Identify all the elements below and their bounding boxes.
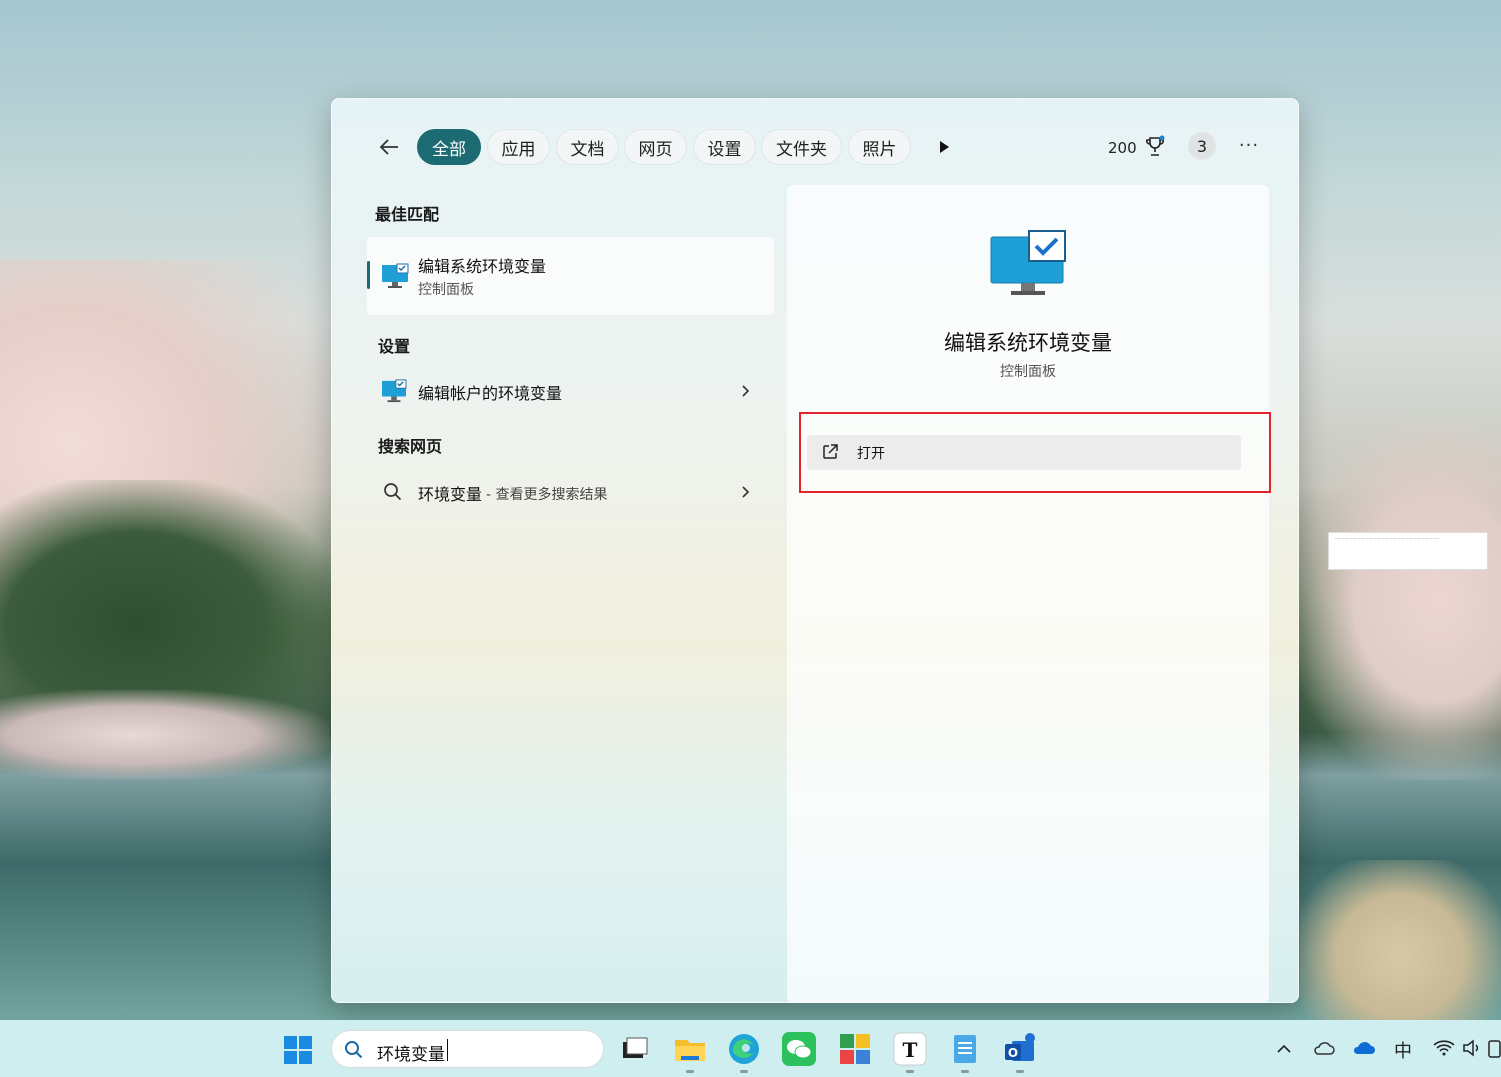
tab-label: 设置	[707, 139, 742, 160]
settings-result-item[interactable]: 编辑帐户的环境变量	[367, 371, 774, 411]
file-explorer-icon[interactable]	[673, 1032, 707, 1066]
running-indicator	[906, 1070, 914, 1073]
arrow-left-icon	[379, 139, 398, 155]
trophy-icon[interactable]	[1144, 135, 1166, 159]
tab-documents[interactable]: 文档	[556, 129, 619, 165]
badge-count: 3	[1196, 136, 1208, 156]
onedrive-icon[interactable]	[1352, 1040, 1376, 1056]
tab-label: 网页	[638, 139, 673, 160]
play-icon	[940, 141, 949, 153]
more-options-button[interactable]: ···	[1236, 135, 1262, 157]
filter-bar: 全部 应用 文档 网页 设置 文件夹 照片 200 3 ···	[332, 127, 1298, 167]
best-match-subtitle: 控制面板	[418, 282, 474, 298]
cloud-icon[interactable]	[1313, 1040, 1335, 1056]
windows-start-icon[interactable]	[284, 1036, 312, 1064]
more-icon: ···	[1238, 135, 1260, 156]
tab-settings[interactable]: 设置	[693, 129, 756, 165]
web-search-item[interactable]: 环境变量 - 查看更多搜索结果	[367, 472, 774, 512]
desktop-note-thumbnail[interactable]: ……………………………………………………………………	[1328, 532, 1488, 570]
detail-title: 编辑系统环境变量	[944, 331, 1112, 355]
chevron-up-icon[interactable]	[1276, 1042, 1292, 1054]
chevron-right-icon	[742, 486, 750, 498]
running-indicator	[961, 1070, 969, 1073]
running-indicator	[1016, 1070, 1024, 1073]
best-match-heading: 最佳匹配	[375, 205, 440, 224]
wifi-icon[interactable]	[1433, 1039, 1455, 1057]
volume-icon[interactable]	[1462, 1039, 1482, 1057]
detail-pane: 编辑系统环境变量 控制面板 打开	[787, 185, 1271, 1003]
more-tabs-button[interactable]	[934, 137, 954, 157]
search-query-text: 环境变量	[377, 1045, 445, 1065]
tab-label: 照片	[862, 139, 897, 160]
web-search-heading: 搜索网页	[378, 437, 443, 456]
wallpaper-mountain-right	[1290, 420, 1501, 780]
wallpaper-rocks-left	[0, 690, 330, 780]
app-grid-icon[interactable]	[838, 1032, 872, 1066]
wechat-icon[interactable]	[782, 1032, 816, 1066]
search-panel: 全部 应用 文档 网页 设置 文件夹 照片 200 3 ··· 最佳匹配 编辑系…	[331, 98, 1299, 1003]
task-view-icon[interactable]	[618, 1032, 652, 1066]
running-indicator	[740, 1070, 748, 1073]
tab-all[interactable]: 全部	[417, 129, 481, 165]
desktop-note-text: ……………………………………………………………………	[1335, 535, 1439, 540]
web-search-hint: - 查看更多搜索结果	[486, 487, 608, 503]
rewards-points[interactable]: 200	[1108, 139, 1137, 157]
tab-folders[interactable]: 文件夹	[761, 129, 842, 165]
detail-subtitle: 控制面板	[1000, 364, 1056, 380]
tab-label: 文件夹	[776, 139, 827, 160]
system-properties-icon	[382, 263, 409, 288]
environment-settings-icon	[382, 379, 407, 403]
taskbar-search-input[interactable]: 环境变量	[331, 1030, 604, 1068]
svg-text:T: T	[903, 1038, 918, 1062]
search-icon	[384, 483, 402, 501]
chevron-right-icon	[742, 385, 750, 397]
tab-photos[interactable]: 照片	[848, 129, 911, 165]
back-button[interactable]	[376, 133, 404, 161]
settings-heading: 设置	[378, 337, 411, 356]
running-indicator	[686, 1070, 694, 1073]
tab-apps[interactable]: 应用	[487, 129, 550, 165]
svg-text:O: O	[1008, 1046, 1018, 1060]
text-caret	[447, 1039, 448, 1061]
best-match-title: 编辑系统环境变量	[418, 257, 547, 276]
typora-icon[interactable]: T	[893, 1032, 927, 1066]
system-properties-large-icon	[990, 230, 1066, 295]
battery-icon[interactable]	[1488, 1038, 1501, 1058]
outlook-icon[interactable]: O	[1003, 1032, 1037, 1066]
tab-label: 全部	[432, 139, 466, 160]
taskbar: 环境变量 T O 中	[0, 1020, 1501, 1077]
tab-web[interactable]: 网页	[624, 129, 687, 165]
selection-indicator	[367, 261, 370, 289]
search-icon	[345, 1041, 363, 1059]
notification-badge[interactable]: 3	[1188, 132, 1216, 160]
settings-result-title: 编辑帐户的环境变量	[418, 384, 563, 403]
ime-indicator[interactable]: 中	[1394, 1037, 1412, 1063]
web-search-query: 环境变量	[418, 485, 483, 504]
edge-icon[interactable]	[727, 1032, 761, 1066]
highlight-box	[799, 412, 1271, 493]
best-match-item[interactable]: 编辑系统环境变量 控制面板	[367, 237, 774, 315]
wallpaper-grass-right	[1300, 860, 1501, 1020]
tab-label: 文档	[570, 139, 605, 160]
notepad-icon[interactable]	[948, 1032, 982, 1066]
tab-label: 应用	[501, 139, 536, 160]
wallpaper-trees-left	[0, 480, 340, 720]
